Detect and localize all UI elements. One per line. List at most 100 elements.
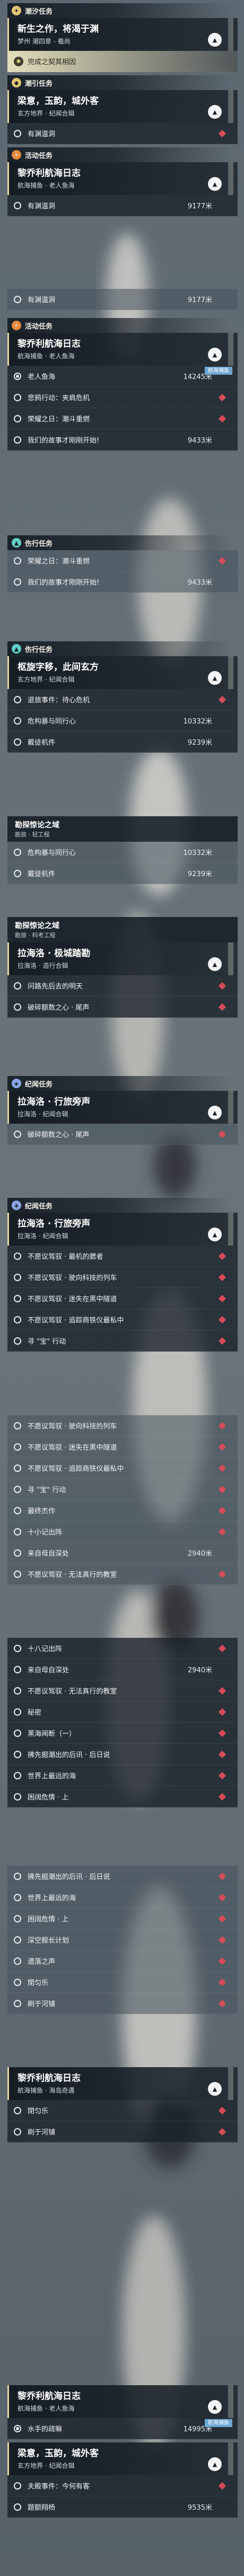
quest-category-header[interactable]: ▲ 伤行任务 bbox=[7, 535, 244, 550]
quest-category-header[interactable]: ✦ 潮汐任务 bbox=[7, 3, 244, 18]
radio-circle-icon[interactable] bbox=[14, 1252, 21, 1260]
quest-card[interactable]: 黎乔利航海日志 航海捕鱼 · 老人鱼海 ▲ bbox=[7, 2385, 238, 2418]
objective-row[interactable]: 拂先掘潮出的后讯 · 后日说 bbox=[7, 1866, 238, 1887]
radio-circle-icon[interactable] bbox=[14, 1337, 21, 1345]
quest-card[interactable]: 拉海洛 · 行旅旁声 拉海洛 · 纪闻合辑 ▲ bbox=[7, 1213, 238, 1246]
objective-row[interactable]: 我们的故事才刚刚开始! 9433米 bbox=[7, 571, 238, 593]
active-objective-row[interactable]: ◉ 完成之契其相因 bbox=[7, 51, 238, 72]
chevron-up-icon[interactable]: ▲ bbox=[208, 2457, 222, 2471]
objective-row[interactable]: 戴徒机件 9239米 bbox=[7, 863, 238, 884]
radio-circle-icon[interactable] bbox=[14, 1443, 21, 1451]
radio-circle-icon[interactable] bbox=[14, 695, 21, 703]
objective-row[interactable]: 不愿议驾驭 · 迷失在黑中隧道 bbox=[7, 1288, 238, 1309]
chevron-up-icon[interactable]: ▲ bbox=[208, 1106, 222, 1119]
objective-row[interactable]: 刷于河铺 bbox=[7, 1993, 238, 2014]
objective-row[interactable]: 遗落之声 bbox=[7, 1951, 238, 1972]
chevron-up-icon[interactable]: ▲ bbox=[208, 671, 222, 685]
radio-circle-icon[interactable] bbox=[14, 1936, 21, 1944]
chevron-up-icon[interactable]: ▲ bbox=[208, 957, 222, 971]
radio-circle-icon[interactable] bbox=[14, 1130, 21, 1138]
objective-row[interactable]: 不愿议驾驭 · 驶向科技的列车 bbox=[7, 1415, 238, 1436]
radio-circle-icon[interactable] bbox=[14, 1506, 21, 1514]
objective-row[interactable]: 十八记出阵 bbox=[7, 1638, 238, 1659]
radio-circle-icon[interactable] bbox=[14, 1570, 21, 1578]
quest-card[interactable]: 梁意，玉韵，城外客 玄方地界 · 纪闻合辑 ▲ bbox=[7, 2442, 238, 2475]
radio-circle-icon[interactable] bbox=[14, 201, 21, 209]
radio-circle-icon[interactable] bbox=[14, 1915, 21, 1922]
objective-row[interactable]: 不愿议驾驭 · 无法真行的教室 bbox=[7, 1680, 238, 1701]
objective-row[interactable]: 戴徒机件 9239米 bbox=[7, 731, 238, 753]
radio-circle-icon[interactable] bbox=[14, 1708, 21, 1716]
objective-row[interactable]: 十小记出阵 bbox=[7, 1521, 238, 1542]
objective-row[interactable]: 寻 "宝" 行动 bbox=[7, 1479, 238, 1500]
radio-circle-icon[interactable] bbox=[14, 2482, 21, 2490]
quest-card[interactable]: 拉海洛 · 行旅旁声 拉海洛 · 纪闻合辑 ▲ bbox=[7, 1091, 238, 1124]
objective-row[interactable]: 我们的故事才刚刚开始! 9433米 bbox=[7, 429, 238, 451]
objective-row[interactable]: 不愿议驾驭 · 追踪商铁仪最私中 bbox=[7, 1458, 238, 1479]
objective-row[interactable]: 水手的疏嘛 14995米 航海捕鱼 bbox=[7, 2418, 238, 2439]
quest-category-header[interactable]: ✧ 活动任务 bbox=[7, 147, 244, 162]
objective-row[interactable]: 来自母自深处 2940米 bbox=[7, 1659, 238, 1680]
objective-row[interactable]: 刷于河铺 bbox=[7, 2121, 238, 2142]
quest-group-card[interactable]: 勘探惊论之域 勘旅 · 轻工程 bbox=[7, 816, 238, 842]
radio-circle-icon[interactable] bbox=[14, 1464, 21, 1472]
quest-card[interactable]: 枢旋字移，此间玄方 玄方地界 · 纪闻合辑 ▲ bbox=[7, 656, 238, 689]
radio-circle-icon[interactable] bbox=[14, 717, 21, 725]
objective-row[interactable]: 不愿议驾驭 · 驶向科技的列车 bbox=[7, 1267, 238, 1288]
radio-circle-icon[interactable] bbox=[14, 1999, 21, 2007]
objective-row[interactable]: 不愿议驾驭 · 迷失在黑中隧道 bbox=[7, 1436, 238, 1458]
radio-circle-icon[interactable] bbox=[14, 578, 21, 586]
chevron-up-icon[interactable]: ▲ bbox=[208, 105, 222, 119]
radio-circle-icon[interactable] bbox=[14, 1316, 21, 1324]
objective-row[interactable]: 问路先后去的明天 bbox=[7, 975, 238, 996]
radio-circle-icon[interactable] bbox=[14, 1549, 21, 1557]
objective-row[interactable]: 黑海闻断（一） bbox=[7, 1723, 238, 1744]
objective-row[interactable]: 危构暴与同行心 10332米 bbox=[7, 710, 238, 731]
objective-row[interactable]: 世界上最远的海 bbox=[7, 1887, 238, 1908]
quest-category-header[interactable]: ▲ 伤行任务 bbox=[7, 641, 244, 656]
objective-row[interactable]: 题额翔杨 9535米 bbox=[7, 2496, 238, 2518]
radio-circle-icon[interactable] bbox=[14, 1750, 21, 1758]
radio-circle-icon[interactable] bbox=[14, 436, 21, 444]
radio-circle-icon[interactable] bbox=[14, 1528, 21, 1536]
objective-row[interactable]: 悲鸦行动：夹肩危机 bbox=[7, 387, 238, 408]
objective-row[interactable]: 危构暴与同行心 10332米 bbox=[7, 842, 238, 863]
chevron-up-icon[interactable]: ▲ bbox=[208, 1228, 222, 1241]
objective-row[interactable]: 困阔危情 · 上 bbox=[7, 1908, 238, 1929]
radio-circle-icon[interactable] bbox=[14, 1771, 21, 1779]
objective-row[interactable]: 破碎额数之心 · 尾声 bbox=[7, 996, 238, 1018]
quest-category-header[interactable]: ◈ 纪闻任务 bbox=[7, 1198, 244, 1213]
objective-row[interactable]: 不愿议驾驭 · 最机的腮者 bbox=[7, 1246, 238, 1267]
radio-circle-icon[interactable] bbox=[14, 738, 21, 746]
objective-row[interactable]: 破碎额数之心 · 尾声 bbox=[7, 1124, 238, 1145]
radio-circle-icon[interactable] bbox=[14, 2503, 21, 2511]
radio-circle-icon[interactable] bbox=[14, 129, 21, 137]
radio-circle-icon[interactable] bbox=[14, 1793, 21, 1801]
radio-circle-icon[interactable] bbox=[14, 848, 21, 856]
radio-circle-icon[interactable] bbox=[14, 1893, 21, 1901]
objective-row[interactable]: 来自母自深处 2940米 bbox=[7, 1542, 238, 1564]
quest-category-header[interactable]: ◈ 纪闻任务 bbox=[7, 1076, 244, 1091]
radio-circle-icon[interactable] bbox=[14, 372, 21, 380]
chevron-up-icon[interactable]: ▲ bbox=[208, 33, 222, 47]
radio-circle-icon[interactable] bbox=[14, 1273, 21, 1281]
radio-circle-icon[interactable] bbox=[14, 1003, 21, 1011]
radio-circle-icon[interactable] bbox=[14, 414, 21, 422]
radio-circle-icon[interactable] bbox=[14, 1872, 21, 1880]
quest-card[interactable]: 黎乔利航海日志 航海捕鱼 · 海岛奇遇 ▲ bbox=[7, 2067, 238, 2100]
radio-circle-icon[interactable] bbox=[14, 295, 21, 303]
objective-row[interactable]: 荣耀之日：潮斗重燃 bbox=[7, 408, 238, 429]
objective-row[interactable]: 有渊温洞 9177米 bbox=[7, 289, 238, 310]
objective-row[interactable]: 寻 "宝" 行动 bbox=[7, 1330, 238, 1352]
radio-circle-icon[interactable] bbox=[14, 2128, 21, 2136]
quest-card[interactable]: 拉海洛 · 极城踏勘 拉海洛 · 造行合辑 ▲ bbox=[7, 942, 238, 975]
chevron-up-icon[interactable]: ▲ bbox=[208, 348, 222, 361]
objective-row[interactable]: 閉匀乐 bbox=[7, 2100, 238, 2121]
objective-row[interactable]: 不愿议驾驭 · 无法真行的教室 bbox=[7, 1564, 238, 1585]
objective-row[interactable]: 拂先掘潮出的后讯 · 后日说 bbox=[7, 1744, 238, 1765]
objective-row[interactable]: 深空舰长计划 bbox=[7, 1929, 238, 1951]
radio-circle-icon[interactable] bbox=[14, 869, 21, 877]
quest-card[interactable]: 新生之作，将渴于渊 梦州 潮四章 - 羲尚 ▲ bbox=[7, 18, 238, 51]
objective-row[interactable]: 退旅事件：待心危机 bbox=[7, 689, 238, 710]
chevron-up-icon[interactable]: ▲ bbox=[208, 2400, 222, 2414]
